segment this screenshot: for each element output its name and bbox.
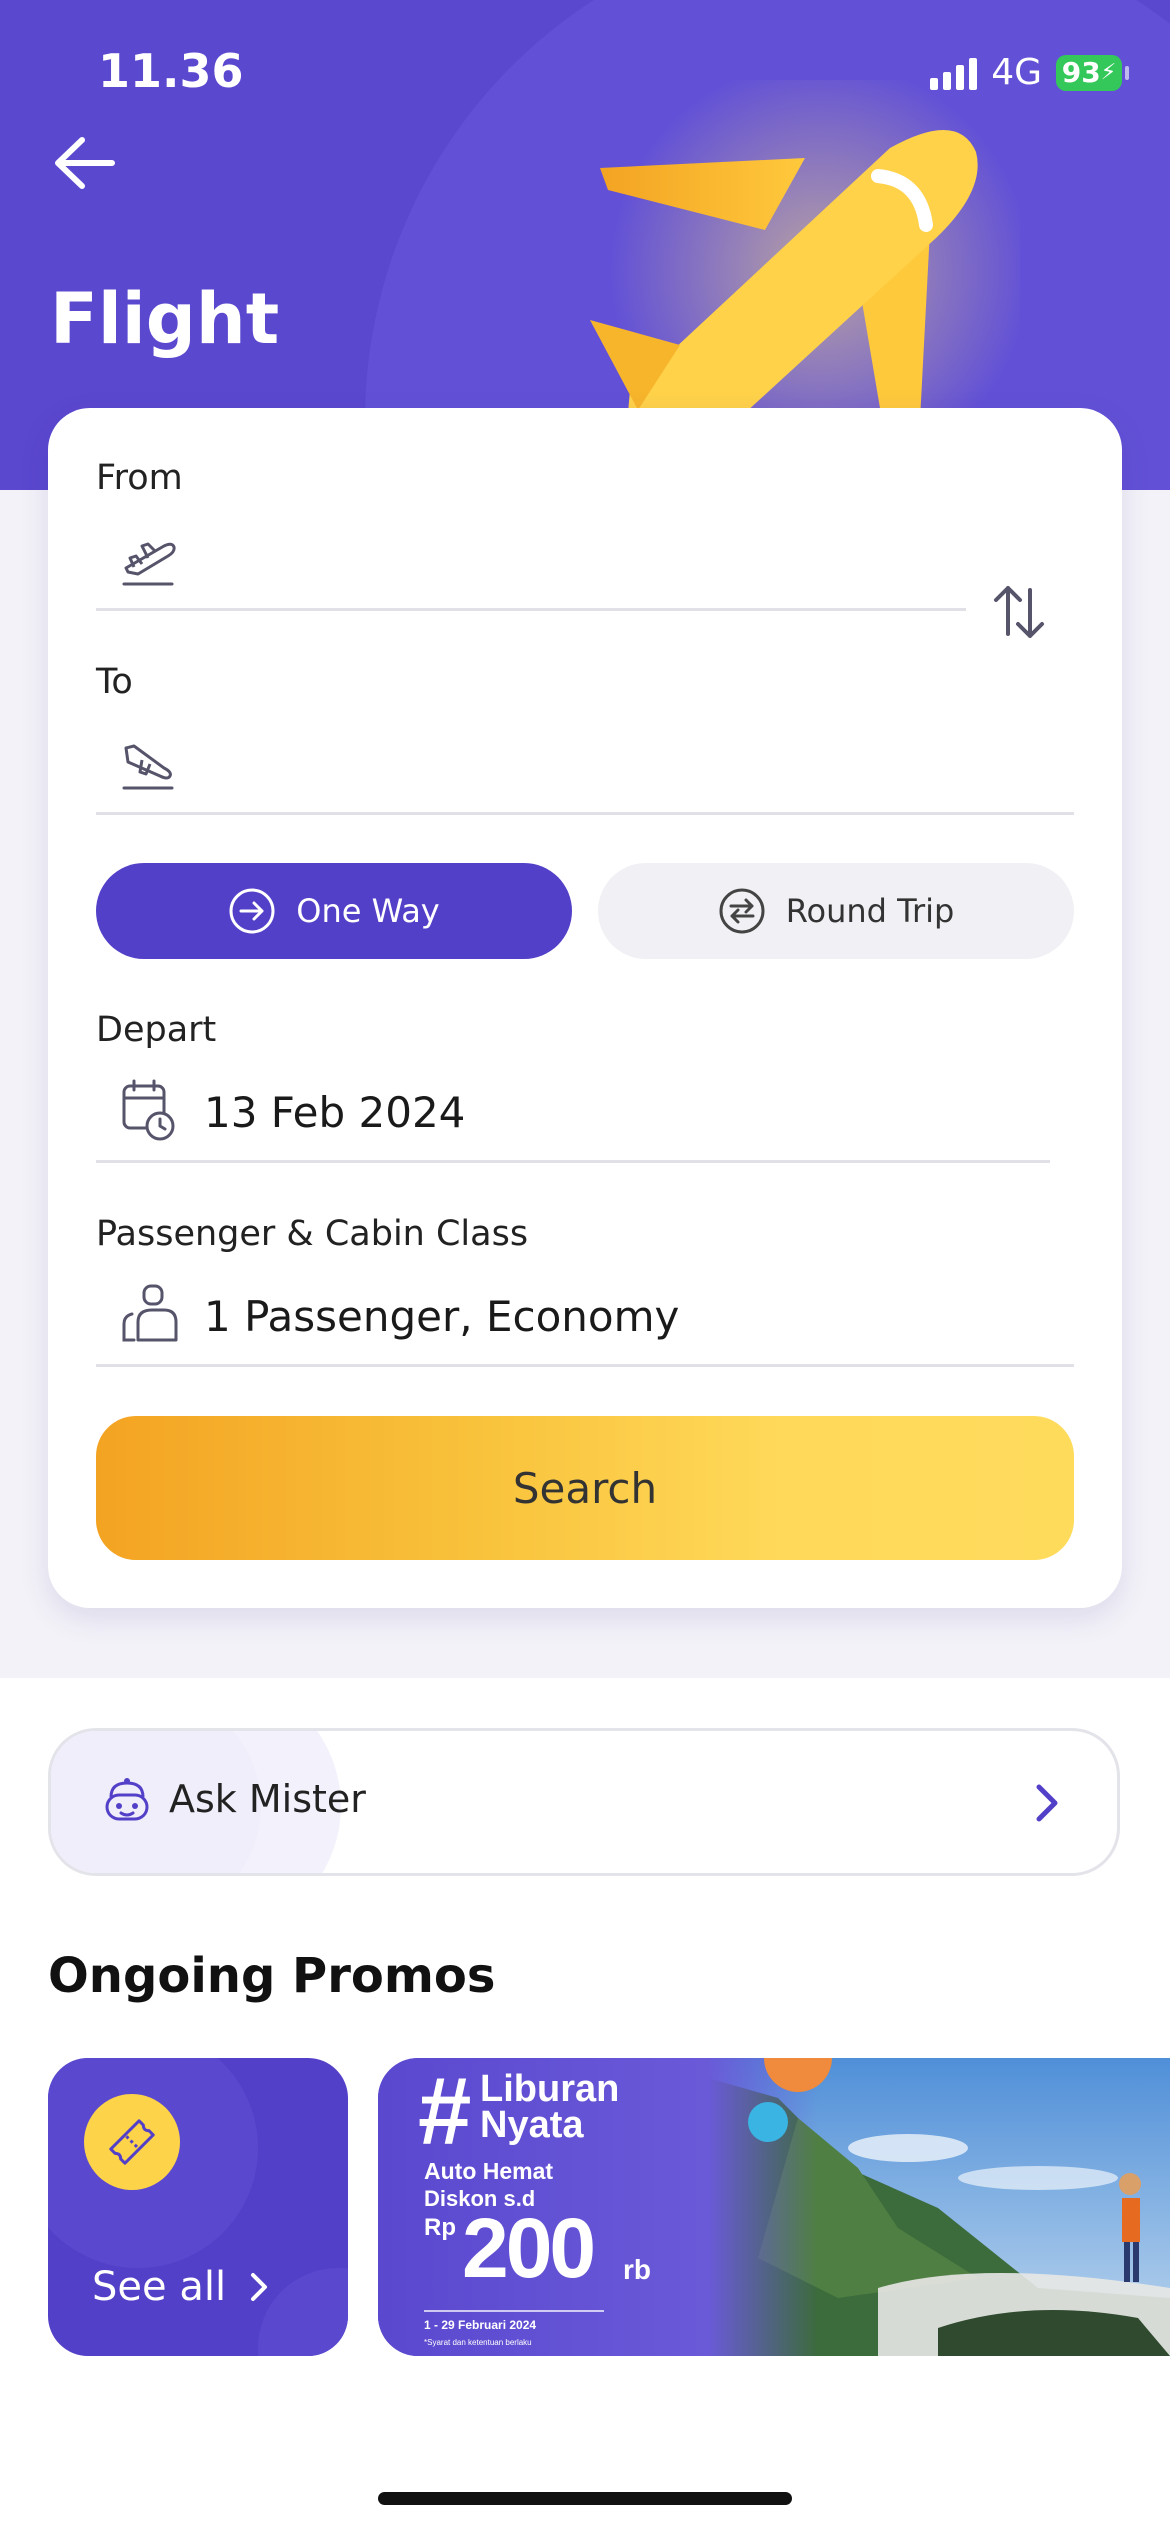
promo-currency: Rp (424, 2214, 456, 2241)
back-button[interactable] (50, 130, 140, 196)
from-underline (96, 608, 966, 611)
ask-mister-button[interactable]: Ask Mister (48, 1728, 1120, 1876)
promos-title: Ongoing Promos (48, 1948, 496, 2004)
passenger-underline (96, 1364, 1074, 1367)
to-label: To (96, 662, 133, 702)
promo-divider (424, 2310, 604, 2312)
battery-level: 93 (1061, 56, 1101, 89)
promo-date: 1 - 29 Februari 2024 (424, 2318, 537, 2332)
from-field[interactable] (96, 518, 1014, 618)
one-way-label: One Way (296, 892, 440, 930)
promo-line1: Auto Hemat (424, 2158, 554, 2184)
passenger-label: Passenger & Cabin Class (96, 1214, 529, 1254)
ticket-icon (109, 2119, 155, 2165)
round-trip-button[interactable]: Round Trip (598, 863, 1074, 959)
promo-suffix: rb (623, 2254, 651, 2285)
page-title: Flight (50, 278, 280, 360)
status-time: 11.36 (98, 44, 244, 98)
home-indicator[interactable] (378, 2492, 792, 2505)
round-trip-icon (719, 888, 765, 934)
see-all-card[interactable]: See all (48, 2058, 348, 2356)
passenger-field[interactable]: 1 Passenger, Economy (96, 1272, 1074, 1372)
flight-search-card: From To One Way Round Trip Depart 13 Feb… (48, 408, 1122, 1608)
promo-title-line2: Nyata (480, 2104, 584, 2146)
see-all-label: See all (92, 2264, 227, 2310)
promo-hash: # (418, 2058, 472, 2165)
depart-field[interactable]: 13 Feb 2024 (96, 1068, 1050, 1168)
chevron-right-icon (251, 2273, 268, 2301)
promo-banner[interactable]: # Liburan Nyata Auto Hemat Diskon s.d Rp… (378, 2058, 1170, 2356)
promo-title-line1: Liburan (480, 2068, 620, 2110)
swap-icon (994, 586, 1044, 638)
promo-amount: 200 (462, 2201, 596, 2295)
search-label: Search (512, 1463, 658, 1513)
depart-value: 13 Feb 2024 (204, 1088, 466, 1137)
promo-note: *Syarat dan ketentuan berlaku (424, 2338, 532, 2347)
landing-icon (122, 744, 174, 790)
from-label: From (96, 458, 183, 498)
depart-underline (96, 1160, 1050, 1163)
ticket-badge (84, 2094, 180, 2190)
to-field[interactable] (96, 722, 1074, 822)
search-button[interactable]: Search (96, 1416, 1074, 1560)
round-trip-label: Round Trip (785, 892, 955, 930)
passenger-value: 1 Passenger, Economy (204, 1292, 680, 1341)
takeoff-icon (122, 542, 176, 586)
battery-icon: 93 ⚡ (1056, 54, 1129, 91)
calendar-icon (122, 1079, 175, 1141)
swap-button[interactable] (988, 576, 1048, 646)
ask-mister-label: Ask Mister (169, 1777, 366, 1821)
back-arrow-icon (55, 137, 115, 189)
one-way-button[interactable]: One Way (96, 863, 572, 959)
see-all-link: See all (92, 2264, 270, 2310)
depart-label: Depart (96, 1010, 217, 1050)
one-way-icon (229, 888, 275, 934)
passenger-icon (122, 1284, 178, 1342)
robot-icon (105, 1778, 149, 1821)
see-all-decoration-corner (258, 2268, 348, 2356)
chevron-right-icon (1036, 1784, 1058, 1822)
to-underline (96, 812, 1074, 815)
